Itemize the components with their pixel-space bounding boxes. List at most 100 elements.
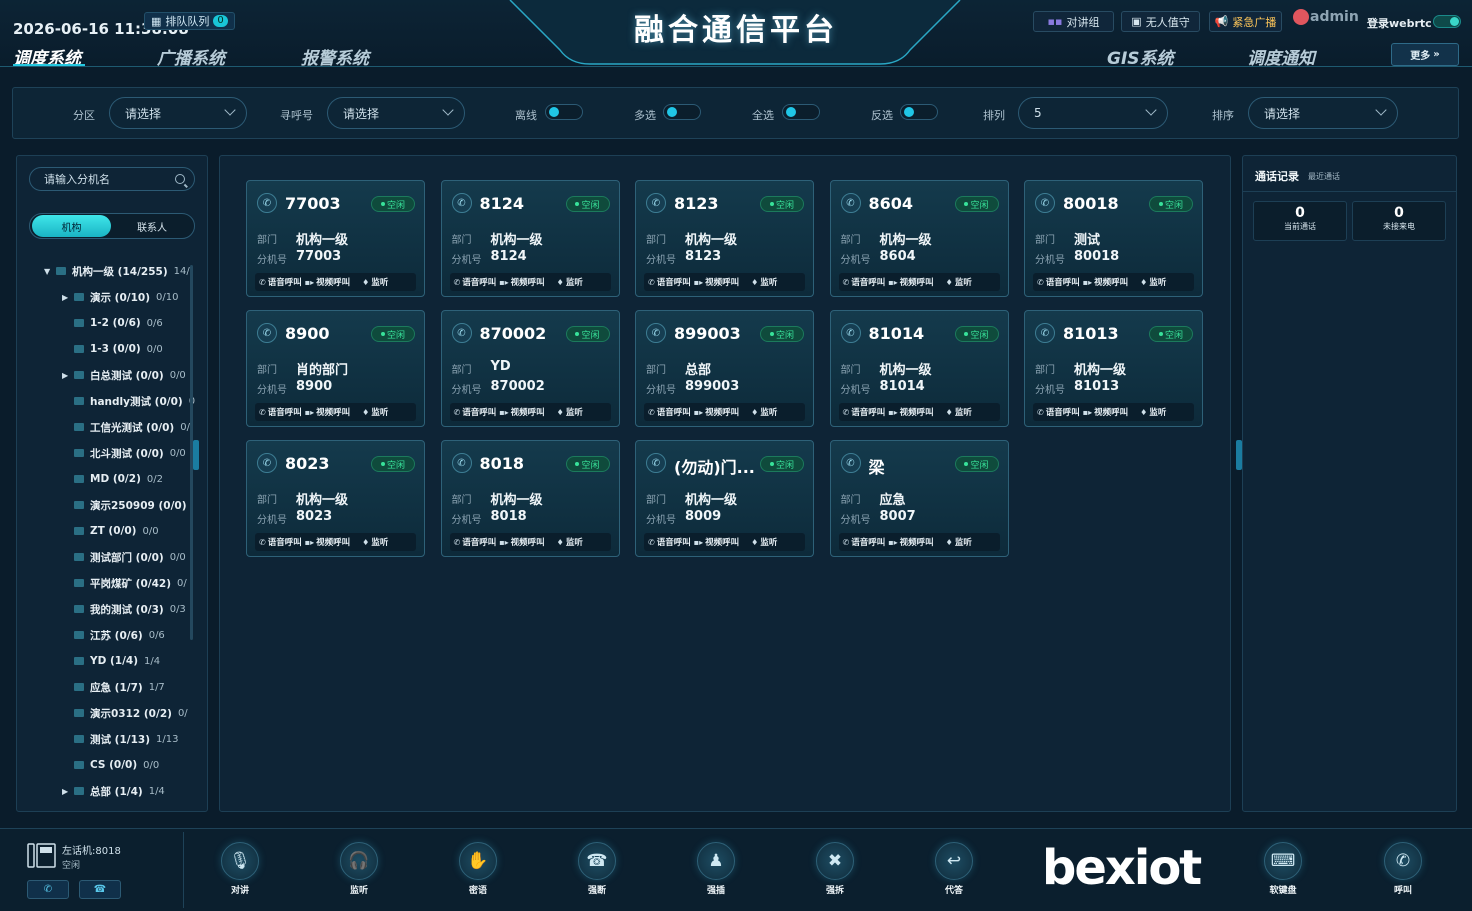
- video-call-button[interactable]: ▪▸ 视频呼叫: [694, 276, 739, 289]
- monitor-button[interactable]: ♦ 监听: [1140, 406, 1166, 419]
- extension-card[interactable]: ✆ 8900 空闲 部门 肖的部门 分机号 8900 ✆ 语音呼叫 ▪▸ 视频呼…: [246, 310, 425, 427]
- monitor-button[interactable]: ♦ 监听: [362, 276, 388, 289]
- voice-call-button[interactable]: ✆ 语音呼叫: [259, 276, 302, 289]
- footer-button-whisper[interactable]: ✋ 密语: [448, 842, 508, 902]
- expand-arrow-icon[interactable]: ▼: [44, 267, 56, 276]
- voice-call-button[interactable]: ✆ 语音呼叫: [648, 536, 691, 549]
- footer-button-force-remove[interactable]: ✖ 强拆: [805, 842, 865, 902]
- extension-search-input[interactable]: 请输入分机名: [29, 167, 195, 191]
- voice-call-button[interactable]: ✆ 语音呼叫: [454, 536, 497, 549]
- extension-card[interactable]: ✆ 81013 空闲 部门 机构一级 分机号 81013 ✆ 语音呼叫 ▪▸ 视…: [1024, 310, 1203, 427]
- voice-call-button[interactable]: ✆ 语音呼叫: [1037, 276, 1080, 289]
- voice-call-button[interactable]: ✆ 语音呼叫: [454, 276, 497, 289]
- emergency-broadcast-button[interactable]: 📢 紧急广播: [1209, 11, 1282, 32]
- partition-select[interactable]: 请选择: [109, 97, 247, 129]
- extension-card[interactable]: ✆ 8123 空闲 部门 机构一级 分机号 8123 ✆ 语音呼叫 ▪▸ 视频呼…: [635, 180, 814, 297]
- webrtc-toggle[interactable]: [1433, 15, 1461, 28]
- voice-call-button[interactable]: ✆ 语音呼叫: [259, 536, 302, 549]
- voice-call-button[interactable]: ✆ 语音呼叫: [648, 406, 691, 419]
- monitor-button[interactable]: ♦ 监听: [1140, 276, 1166, 289]
- video-call-button[interactable]: ▪▸ 视频呼叫: [305, 406, 350, 419]
- monitor-button[interactable]: ♦ 监听: [946, 276, 972, 289]
- voice-call-button[interactable]: ✆ 语音呼叫: [843, 276, 886, 289]
- unattended-button[interactable]: ▣ 无人值守: [1121, 11, 1200, 32]
- video-call-button[interactable]: ▪▸ 视频呼叫: [1083, 276, 1128, 289]
- video-call-button[interactable]: ▪▸ 视频呼叫: [499, 276, 544, 289]
- voice-call-button[interactable]: ✆ 语音呼叫: [843, 406, 886, 419]
- monitor-button[interactable]: ♦ 监听: [362, 406, 388, 419]
- footer-button-intercom[interactable]: 🎙 对讲: [210, 842, 270, 902]
- video-call-button[interactable]: ▪▸ 视频呼叫: [888, 276, 933, 289]
- more-button[interactable]: 更多 »: [1391, 43, 1459, 66]
- tree-node[interactable]: ▼ 机构一级 (14/255) 14/: [44, 262, 194, 280]
- monitor-button[interactable]: ♦ 监听: [362, 536, 388, 549]
- footer-button-call[interactable]: ✆ 呼叫: [1373, 842, 1433, 902]
- monitor-button[interactable]: ♦ 监听: [751, 276, 777, 289]
- voice-call-button[interactable]: ✆ 语音呼叫: [454, 406, 497, 419]
- extension-card[interactable]: ✆ 梁 空闲 部门 应急 分机号 8007 ✆ 语音呼叫 ▪▸ 视频呼叫 ♦ 监…: [829, 440, 1009, 557]
- tree-node[interactable]: CS (0/0) 0/0: [62, 756, 212, 774]
- video-call-button[interactable]: ▪▸ 视频呼叫: [305, 536, 350, 549]
- tab-contacts[interactable]: 联系人: [113, 215, 191, 237]
- voice-call-button[interactable]: ✆ 语音呼叫: [843, 536, 886, 549]
- extension-card[interactable]: ✆ 8023 空闲 部门 机构一级 分机号 8023 ✆ 语音呼叫 ▪▸ 视频呼…: [246, 440, 425, 557]
- tree-node[interactable]: ▶ 总部 (1/4) 1/4: [62, 782, 212, 800]
- tree-node[interactable]: 测试 (1/13) 1/13: [62, 730, 212, 748]
- queue-button[interactable]: ▦ 排队队列 0: [144, 12, 235, 30]
- extension-card[interactable]: ✆ 81014 空闲 部门 机构一级 分机号 81014 ✆ 语音呼叫 ▪▸ 视…: [829, 310, 1009, 427]
- extension-card[interactable]: ✆ (勿动)门... 空闲 部门 机构一级 分机号 8009 ✆ 语音呼叫 ▪▸: [635, 440, 814, 557]
- user-name[interactable]: admin: [1310, 9, 1359, 25]
- current-calls-stat[interactable]: 0 当前通话: [1253, 201, 1347, 241]
- monitor-button[interactable]: ♦ 监听: [557, 276, 583, 289]
- intercom-group-button[interactable]: ▪▪ 对讲组: [1033, 11, 1114, 32]
- monitor-button[interactable]: ♦ 监听: [946, 536, 972, 549]
- extension-card[interactable]: ✆ 899003 空闲 部门 总部 分机号 899003 ✆ 语音呼叫 ▪▸ 视…: [635, 310, 814, 427]
- expand-arrow-icon[interactable]: ▶: [62, 787, 74, 796]
- tree-node[interactable]: 应急 (1/7) 1/7: [62, 678, 212, 696]
- extension-card[interactable]: ✆ 80018 空闲 部门 测试 分机号 80018 ✆ 语音呼叫 ▪▸ 视频呼…: [1024, 180, 1203, 297]
- monitor-button[interactable]: ♦ 监听: [557, 536, 583, 549]
- video-call-button[interactable]: ▪▸ 视频呼叫: [305, 276, 350, 289]
- video-call-button[interactable]: ▪▸ 视频呼叫: [499, 406, 544, 419]
- monitor-button[interactable]: ♦ 监听: [557, 406, 583, 419]
- extension-card[interactable]: ✆ 8018 空闲 部门 机构一级 分机号 8018 ✆ 语音呼叫 ▪▸ 视频呼…: [440, 440, 620, 557]
- tree-node[interactable]: 演示0312 (0/2) 0/: [62, 704, 212, 722]
- monitor-button[interactable]: ♦ 监听: [751, 406, 777, 419]
- answer-button[interactable]: ✆: [27, 880, 69, 899]
- footer-button-force-disconnect[interactable]: ☎ 强断: [567, 842, 627, 902]
- select-all-switch[interactable]: [782, 104, 820, 120]
- tab-organization[interactable]: 机构: [32, 215, 111, 237]
- video-call-button[interactable]: ▪▸ 视频呼叫: [499, 536, 544, 549]
- invert-select-switch[interactable]: [900, 104, 938, 120]
- extension-card[interactable]: ✆ 8604 空闲 部门 机构一级 分机号 8604 ✆ 语音呼叫 ▪▸ 视频呼…: [829, 180, 1009, 297]
- video-call-button[interactable]: ▪▸ 视频呼叫: [694, 536, 739, 549]
- voice-call-button[interactable]: ✆ 语音呼叫: [648, 276, 691, 289]
- tree-node[interactable]: YD (1/4) 1/4: [62, 652, 212, 670]
- multi-select-switch[interactable]: [663, 104, 701, 120]
- monitor-button[interactable]: ♦ 监听: [946, 406, 972, 419]
- footer-button-keyboard[interactable]: ⌨ 软键盘: [1253, 842, 1313, 902]
- footer-button-force-insert[interactable]: ♟ 强插: [686, 842, 746, 902]
- paging-select[interactable]: 请选择: [327, 97, 465, 129]
- missed-calls-stat[interactable]: 0 未接来电: [1352, 201, 1446, 241]
- extension-card[interactable]: ✆ 77003 空闲 部门 机构一级 分机号 77003 ✆ 语音呼叫 ▪▸ 视…: [246, 180, 425, 297]
- video-call-button[interactable]: ▪▸ 视频呼叫: [694, 406, 739, 419]
- voice-call-button[interactable]: ✆ 语音呼叫: [1037, 406, 1080, 419]
- expand-arrow-icon[interactable]: ▶: [62, 371, 74, 380]
- avatar[interactable]: [1293, 9, 1309, 25]
- footer-button-pickup[interactable]: ↩ 代答: [924, 842, 984, 902]
- expand-arrow-icon[interactable]: ▶: [62, 293, 74, 302]
- nav-alarm-system[interactable]: 报警系统: [301, 44, 369, 69]
- sort-select[interactable]: 请选择: [1248, 97, 1398, 129]
- offline-switch[interactable]: [545, 104, 583, 120]
- collapse-left-handle[interactable]: [193, 440, 199, 470]
- columns-select[interactable]: 5: [1018, 97, 1168, 129]
- footer-button-headset[interactable]: 🎧 监听: [329, 842, 389, 902]
- nav-dispatch-notice[interactable]: 调度通知: [1247, 44, 1315, 69]
- nav-gis-system[interactable]: GIS系统: [1107, 44, 1174, 69]
- video-call-button[interactable]: ▪▸ 视频呼叫: [888, 536, 933, 549]
- nav-broadcast-system[interactable]: 广播系统: [157, 44, 225, 69]
- video-call-button[interactable]: ▪▸ 视频呼叫: [888, 406, 933, 419]
- video-call-button[interactable]: ▪▸ 视频呼叫: [1083, 406, 1128, 419]
- hangup-button[interactable]: ☎: [79, 880, 121, 899]
